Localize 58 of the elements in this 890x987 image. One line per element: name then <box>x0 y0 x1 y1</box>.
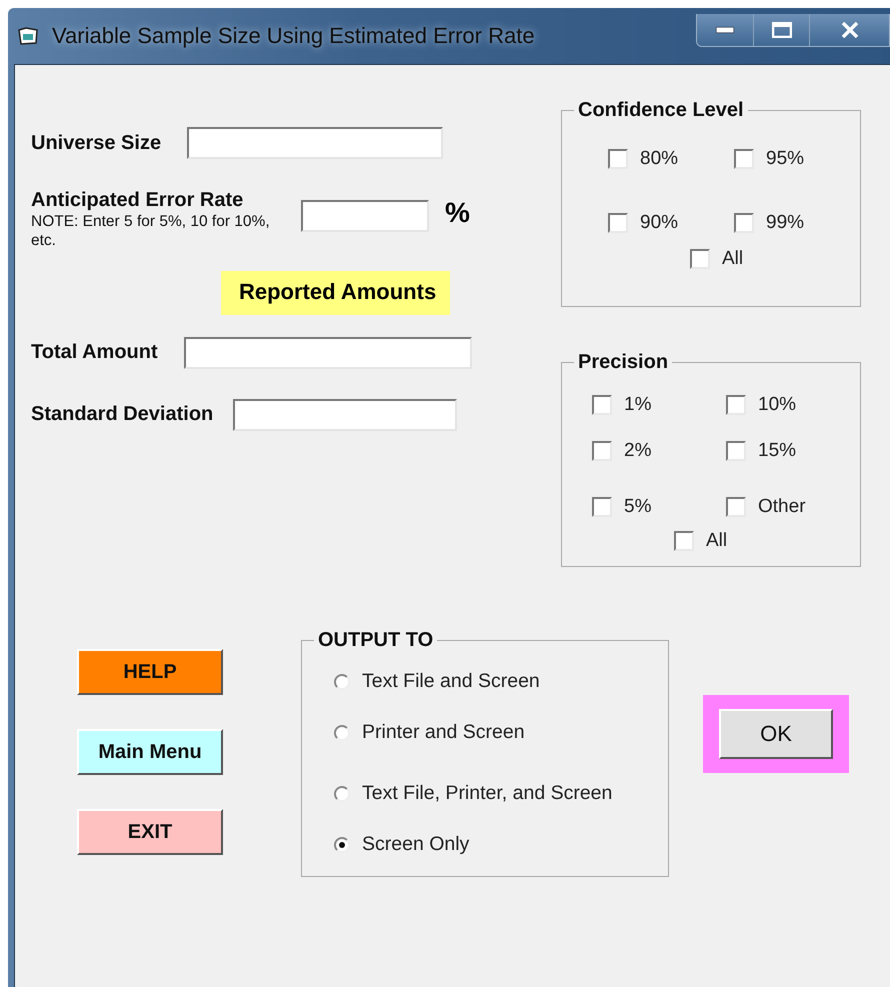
note-text: NOTE: Enter 5 for 5%, 10 for 10%, etc. <box>31 212 271 251</box>
window-title: Variable Sample Size Using Estimated Error Rate <box>52 23 535 49</box>
checkbox-label: All <box>706 530 728 552</box>
radio-label: Text File and Screen <box>362 670 540 693</box>
window-icon <box>18 27 38 45</box>
checkbox-label: 90% <box>640 212 678 234</box>
close-icon <box>840 22 858 38</box>
group-title: OUTPUT TO <box>317 629 434 652</box>
checkbox[interactable] <box>726 497 746 517</box>
checkbox[interactable] <box>592 441 612 461</box>
radio-label: Text File, Printer, and Screen <box>362 782 612 805</box>
checkbox[interactable] <box>674 531 694 551</box>
checkbox-label: 99% <box>766 212 804 234</box>
action-button[interactable]: Main Menu <box>77 729 223 775</box>
checkbox[interactable] <box>608 213 628 233</box>
checkbox[interactable] <box>690 249 710 269</box>
field-label: Total Amount <box>31 341 158 364</box>
action-button[interactable]: EXIT <box>77 809 223 855</box>
radio-button[interactable] <box>334 674 350 690</box>
field-label: Standard Deviation <box>31 403 214 426</box>
checkbox[interactable] <box>734 149 754 169</box>
radio-button[interactable] <box>334 786 350 802</box>
field-label: Anticipated Error Rate <box>31 189 244 212</box>
input-field[interactable] <box>184 336 472 369</box>
checkbox-label: 80% <box>640 148 678 170</box>
group-title: Confidence Level <box>577 99 745 122</box>
maximize-button[interactable] <box>753 14 809 46</box>
checkbox-label: 95% <box>766 148 804 170</box>
radio-button[interactable] <box>334 836 350 852</box>
close-button[interactable] <box>809 14 889 46</box>
checkbox-label: 1% <box>624 394 652 416</box>
radio-label: Screen Only <box>362 833 470 856</box>
input-field[interactable] <box>233 398 458 431</box>
checkbox[interactable] <box>734 213 754 233</box>
checkbox-label: All <box>722 248 744 270</box>
field-label: Universe Size <box>31 132 162 154</box>
radio-label: Printer and Screen <box>362 721 525 744</box>
checkbox-label: 15% <box>758 440 796 462</box>
checkbox-label: 2% <box>624 440 652 462</box>
input-field[interactable] <box>301 200 429 232</box>
maximize-icon <box>772 22 792 38</box>
checkbox-label: 10% <box>758 394 796 416</box>
section-heading: Reported Amounts <box>221 270 450 315</box>
action-button[interactable]: HELP <box>77 649 223 695</box>
checkbox[interactable] <box>592 395 612 415</box>
group-title: Precision <box>577 351 670 374</box>
checkbox-label: 5% <box>624 496 652 518</box>
minimize-icon <box>716 27 734 33</box>
radio-button[interactable] <box>334 724 350 740</box>
input-field[interactable] <box>187 127 444 159</box>
ok-button[interactable]: OK <box>719 709 833 759</box>
checkbox[interactable] <box>726 441 746 461</box>
minimize-button[interactable] <box>697 14 753 46</box>
checkbox[interactable] <box>592 497 612 517</box>
unit-label: % <box>445 197 470 229</box>
checkbox[interactable] <box>608 149 628 169</box>
checkbox-label: Other <box>758 496 806 518</box>
checkbox[interactable] <box>726 395 746 415</box>
